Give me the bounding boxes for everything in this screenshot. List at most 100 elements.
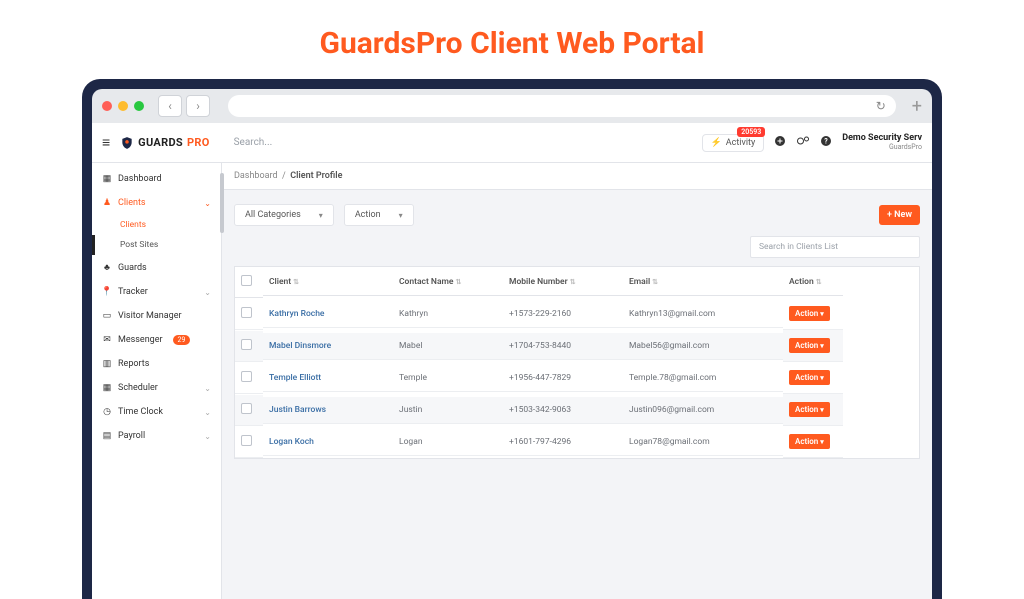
global-search-input[interactable]: Search... — [234, 137, 273, 148]
row-checkbox[interactable] — [241, 339, 252, 350]
cell-email: Temple.78@gmail.com — [623, 365, 783, 392]
client-link[interactable]: Mabel Dinsmore — [269, 341, 331, 351]
col-mobile[interactable]: Mobile Number⇅ — [503, 269, 623, 296]
messenger-badge: 29 — [173, 335, 191, 345]
table-row: Kathryn Roche Kathryn +1573-229-2160 Kat… — [235, 298, 919, 330]
browser-url-bar[interactable]: ↻ — [228, 95, 896, 117]
breadcrumb: Dashboard / Client Profile — [222, 163, 932, 190]
chevron-down-icon: ⌄ — [204, 288, 211, 297]
row-action-button[interactable]: Action — [789, 306, 830, 321]
sidebar-item-payroll[interactable]: ▤Payroll⌄ — [92, 424, 221, 448]
sidebar-item-messenger[interactable]: ✉Messenger29 — [92, 328, 221, 352]
sidebar-item-visitor[interactable]: ▭Visitor Manager — [92, 304, 221, 328]
menu-toggle-icon[interactable]: ≡ — [102, 134, 110, 151]
select-all-checkbox[interactable] — [241, 275, 252, 286]
page-heading: GuardsPro Client Web Portal — [0, 0, 1024, 79]
reload-icon[interactable]: ↻ — [876, 99, 886, 113]
logo-text-2: PRO — [187, 136, 210, 149]
new-tab-button[interactable]: + — [912, 96, 922, 117]
calendar-icon: ▦ — [102, 383, 112, 393]
row-checkbox[interactable] — [241, 435, 252, 446]
guard-icon: ♣ — [102, 262, 112, 273]
cell-email: Logan78@gmail.com — [623, 429, 783, 456]
chevron-down-icon: ⌄ — [204, 199, 211, 208]
cell-mobile: +1704-753-8440 — [503, 333, 623, 360]
cell-email: Mabel56@gmail.com — [623, 333, 783, 360]
col-contact[interactable]: Contact Name⇅ — [393, 269, 503, 296]
chevron-down-icon: ⌄ — [204, 432, 211, 441]
sort-icon: ⇅ — [816, 278, 822, 286]
client-link[interactable]: Temple Elliott — [269, 373, 321, 383]
col-client[interactable]: Client⇅ — [263, 269, 393, 296]
sort-icon: ⇅ — [652, 278, 658, 286]
client-link[interactable]: Kathryn Roche — [269, 309, 324, 319]
help-button[interactable]: ? — [820, 135, 832, 150]
minimize-window-icon[interactable] — [118, 101, 128, 111]
sidebar-item-timeclock[interactable]: ◷Time Clock⌄ — [92, 400, 221, 424]
chart-icon: ▥ — [102, 359, 112, 369]
gears-icon — [796, 135, 810, 147]
activity-count-badge: 20593 — [737, 127, 765, 137]
pin-icon: 📍 — [102, 287, 112, 297]
row-checkbox[interactable] — [241, 371, 252, 382]
cell-contact: Kathryn — [393, 301, 503, 328]
crumb-root[interactable]: Dashboard — [234, 171, 278, 181]
chevron-down-icon: ⌄ — [204, 408, 211, 417]
sidebar-item-reports[interactable]: ▥Reports — [92, 352, 221, 376]
cell-contact: Logan — [393, 429, 503, 456]
action-dropdown[interactable]: Action — [344, 204, 414, 226]
cell-mobile: +1503-342-9063 — [503, 397, 623, 424]
logo-text-1: GUARDS — [138, 136, 183, 149]
col-action[interactable]: Action⇅ — [783, 269, 843, 296]
company-menu[interactable]: Demo Security Serv GuardsPro — [842, 134, 922, 152]
list-search-input[interactable]: Search in Clients List — [750, 236, 920, 258]
row-action-button[interactable]: Action — [789, 370, 830, 385]
window-controls — [102, 101, 144, 111]
sort-icon: ⇅ — [455, 278, 461, 286]
company-sub: GuardsPro — [842, 144, 922, 152]
cell-contact: Justin — [393, 397, 503, 424]
settings-button[interactable] — [796, 135, 810, 150]
sidebar-item-clients[interactable]: ♟Clients⌄ — [92, 191, 221, 215]
chevron-down-icon: ⌄ — [204, 384, 211, 393]
crumb-current: Client Profile — [290, 171, 342, 181]
app-logo[interactable]: GUARDS PRO — [120, 136, 209, 150]
row-action-button[interactable]: Action — [789, 402, 830, 417]
cell-contact: Mabel — [393, 333, 503, 360]
browser-back-button[interactable]: ‹ — [158, 95, 182, 117]
close-window-icon[interactable] — [102, 101, 112, 111]
money-icon: ▤ — [102, 431, 112, 441]
sidebar-item-scheduler[interactable]: ▦Scheduler⌄ — [92, 376, 221, 400]
activity-label: Activity — [726, 138, 755, 148]
table-row: Temple Elliott Temple +1956-447-7829 Tem… — [235, 362, 919, 394]
browser-forward-button[interactable]: › — [186, 95, 210, 117]
sidebar-item-dashboard[interactable]: ▦Dashboard — [92, 167, 221, 191]
sidebar-sub-post-sites[interactable]: Post Sites — [92, 235, 221, 255]
row-action-button[interactable]: Action — [789, 338, 830, 353]
activity-button[interactable]: ⚡ Activity 20593 — [702, 134, 765, 152]
row-checkbox[interactable] — [241, 307, 252, 318]
cell-email: Justin096@gmail.com — [623, 397, 783, 424]
client-link[interactable]: Justin Barrows — [269, 405, 326, 415]
cell-contact: Temple — [393, 365, 503, 392]
clock-icon: ◷ — [102, 407, 112, 417]
maximize-window-icon[interactable] — [134, 101, 144, 111]
app-topbar: ≡ GUARDS PRO Search... ⚡ Activity 20593 ? — [92, 123, 932, 163]
add-button[interactable] — [774, 135, 786, 150]
col-email[interactable]: Email⇅ — [623, 269, 783, 296]
app-root: ≡ GUARDS PRO Search... ⚡ Activity 20593 ? — [92, 123, 932, 599]
client-link[interactable]: Logan Koch — [269, 437, 314, 447]
cell-mobile: +1956-447-7829 — [503, 365, 623, 392]
shield-icon — [120, 136, 134, 150]
sidebar-item-tracker[interactable]: 📍Tracker⌄ — [92, 280, 221, 304]
clients-table: Client⇅ Contact Name⇅ Mobile Number⇅ Ema… — [234, 266, 920, 459]
sidebar-item-guards[interactable]: ♣Guards — [92, 255, 221, 280]
row-checkbox[interactable] — [241, 403, 252, 414]
categories-dropdown[interactable]: All Categories — [234, 204, 334, 226]
filter-bar: All Categories Action + New — [222, 190, 932, 236]
sidebar-sub-clients[interactable]: Clients — [92, 215, 221, 235]
new-button[interactable]: + New — [879, 205, 920, 225]
svg-text:?: ? — [824, 138, 828, 146]
row-action-button[interactable]: Action — [789, 434, 830, 449]
cell-email: Kathryn13@gmail.com — [623, 301, 783, 328]
